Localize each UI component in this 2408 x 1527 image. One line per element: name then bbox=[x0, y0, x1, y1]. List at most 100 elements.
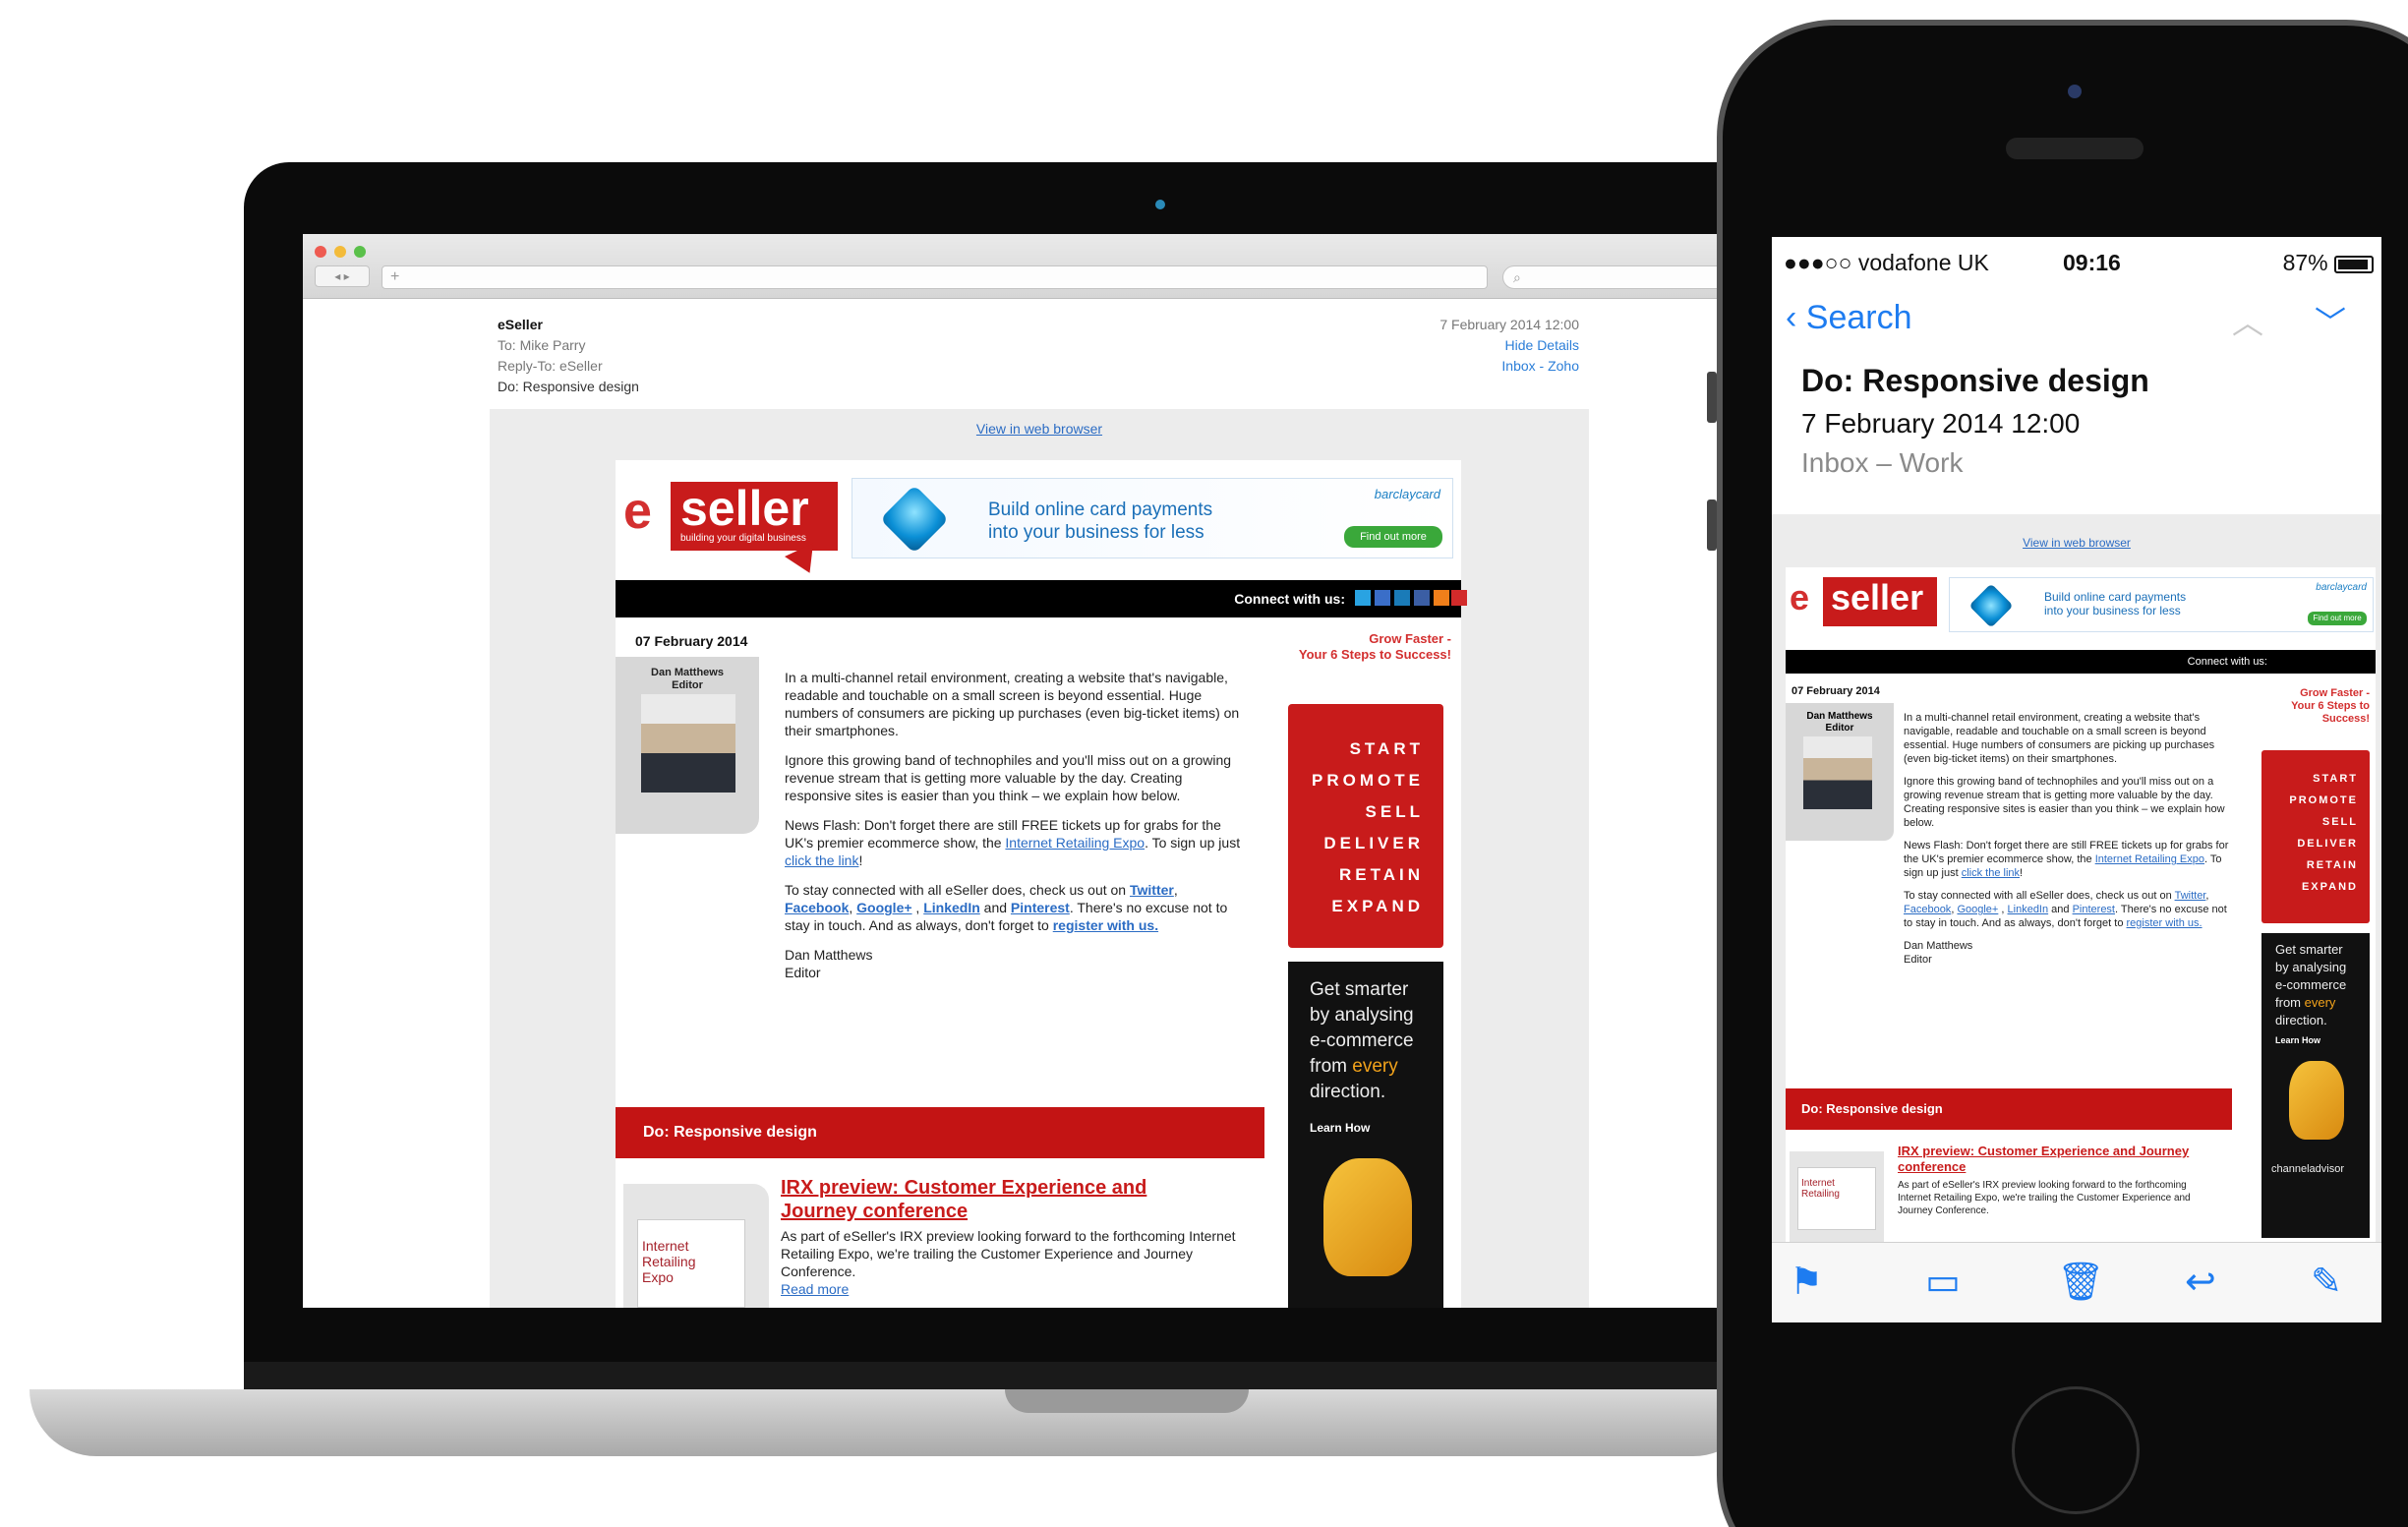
irx-logo-image: Internet Retailing bbox=[1797, 1167, 1876, 1230]
irx-link[interactable]: Internet Retailing Expo bbox=[2095, 853, 2204, 865]
facebook-link[interactable]: Facebook bbox=[1904, 904, 1951, 915]
hide-details-link[interactable]: Hide Details bbox=[1439, 335, 1579, 356]
next-message-icon[interactable]: ﹀ bbox=[2315, 298, 2346, 343]
step-item: PROMOTE bbox=[1312, 771, 1424, 790]
pinterest-link[interactable]: Pinterest bbox=[1011, 900, 1070, 915]
find-out-more-button[interactable]: Find out more bbox=[1344, 526, 1442, 548]
step-item: DELIVER bbox=[2297, 838, 2358, 850]
message-folder: Inbox – Work bbox=[1801, 447, 1964, 478]
linkedin-link[interactable]: LinkedIn bbox=[923, 900, 980, 915]
article-title-link[interactable]: IRX preview: Customer Experience and Jou… bbox=[781, 1176, 1213, 1223]
paragraph-1: In a multi-channel retail environment, c… bbox=[1904, 712, 2215, 765]
back-search-button[interactable]: ‹ Search bbox=[1786, 298, 1912, 337]
click-the-link[interactable]: click the link bbox=[785, 852, 858, 868]
back-label: Search bbox=[1805, 299, 1912, 336]
mailbox-link[interactable]: Inbox - Zoho bbox=[1439, 356, 1579, 377]
signature: Dan Matthews Editor bbox=[1904, 939, 2238, 967]
editor-photo bbox=[1803, 736, 1872, 809]
linkedin-icon[interactable] bbox=[1394, 590, 1410, 606]
google-link[interactable]: Google+ bbox=[1957, 904, 1998, 915]
article-thumbnail[interactable]: Internet Retailing bbox=[1790, 1151, 1884, 1242]
editor-name: Dan Matthews bbox=[651, 667, 724, 678]
newsletter: e seller building your digital business … bbox=[616, 460, 1467, 1308]
find-out-more-button[interactable]: Find out more bbox=[2308, 612, 2367, 625]
logo-tagline: building your digital business bbox=[680, 533, 806, 544]
flag-icon[interactable]: ⚑ bbox=[1790, 1261, 1823, 1304]
twitter-icon[interactable] bbox=[1355, 590, 1371, 606]
connect-label: Connect with us: bbox=[1234, 591, 1345, 607]
eseller-logo[interactable]: e seller bbox=[1790, 577, 1937, 632]
volume-down-button bbox=[1707, 499, 1717, 551]
ad-brand: barclaycard bbox=[1374, 487, 1440, 501]
maximize-window-button[interactable] bbox=[354, 246, 366, 258]
facebook-link[interactable]: Facebook bbox=[785, 900, 849, 915]
learn-how-link[interactable]: Learn How bbox=[1310, 1121, 1370, 1135]
view-in-browser-link[interactable]: View in web browser bbox=[490, 421, 1589, 437]
eseller-logo[interactable]: e seller building your digital business bbox=[623, 482, 840, 580]
facebook-icon[interactable] bbox=[1414, 590, 1430, 606]
battery-indicator: 87% bbox=[2283, 245, 2374, 280]
step-item: RETAIN bbox=[1338, 865, 1424, 884]
article-body: As part of eSeller's IRX preview looking… bbox=[781, 1227, 1243, 1298]
channeladvisor-ad[interactable]: Get smarter by analysing e-commerce from… bbox=[2261, 933, 2370, 1238]
barclaycard-banner-ad[interactable]: Build online card payments into your bus… bbox=[852, 478, 1453, 558]
home-button[interactable] bbox=[2012, 1386, 2140, 1514]
pinterest-link[interactable]: Pinterest bbox=[2073, 904, 2115, 915]
phone-speaker bbox=[2006, 138, 2144, 159]
dark-ad-line: Get smarter bbox=[2275, 942, 2343, 957]
rss-icon[interactable] bbox=[1434, 590, 1449, 606]
view-in-browser-link[interactable]: View in web browser bbox=[1772, 536, 2381, 550]
trash-icon[interactable]: 🗑 bbox=[2057, 1261, 2104, 1304]
steps-banner[interactable]: START PROMOTE SELL DELIVER RETAIN EXPAND bbox=[1288, 704, 1443, 948]
google-plus-icon[interactable] bbox=[1375, 590, 1390, 606]
editor-role: Editor bbox=[1825, 723, 1854, 734]
close-window-button[interactable] bbox=[315, 246, 326, 258]
phone-camera bbox=[2068, 85, 2082, 98]
grow-faster-title[interactable]: Grow Faster - Your 6 Steps to Success! bbox=[1274, 631, 1451, 663]
barclaycard-banner-ad[interactable]: Build online card payments into your bus… bbox=[1949, 577, 2374, 632]
minimize-window-button[interactable] bbox=[334, 246, 346, 258]
twitter-link[interactable]: Twitter bbox=[2175, 890, 2206, 902]
url-bar[interactable]: + bbox=[382, 265, 1488, 289]
learn-how-link[interactable]: Learn How bbox=[2275, 1035, 2320, 1045]
editor-card: Dan Matthews Editor bbox=[1786, 703, 1894, 841]
grow-faster-title[interactable]: Grow Faster - Your 6 Steps to Success! bbox=[2248, 687, 2370, 726]
register-link[interactable]: register with us. bbox=[2127, 917, 2202, 929]
article-title-link[interactable]: IRX preview: Customer Experience and Jou… bbox=[1898, 1144, 2212, 1175]
mail-toolbar: ⚑ ▭ 🗑 ↩ ✎ bbox=[1772, 1242, 2381, 1322]
back-forward-buttons[interactable]: ◂ ▸ bbox=[315, 265, 370, 287]
twitter-link[interactable]: Twitter bbox=[1130, 882, 1174, 898]
click-the-link[interactable]: click the link bbox=[1962, 867, 2020, 879]
linkedin-link[interactable]: LinkedIn bbox=[2008, 904, 2049, 915]
reply-icon[interactable]: ↩ bbox=[2185, 1261, 2216, 1304]
paragraph-2: Ignore this growing band of technophiles… bbox=[785, 752, 1232, 803]
register-link[interactable]: register with us. bbox=[1053, 917, 1158, 933]
side-title-line-1: Grow Faster - bbox=[1369, 631, 1451, 646]
stage: ◂ ▸ + ⌕ eSeller To: Mike Parry Reply-To:… bbox=[0, 0, 2408, 1527]
dark-ad-line: from every bbox=[1310, 1054, 1414, 1080]
pinterest-icon[interactable] bbox=[1451, 590, 1467, 606]
section-header: Do: Responsive design bbox=[1786, 1088, 2232, 1130]
steps-banner[interactable]: START PROMOTE SELL DELIVER RETAIN EXPAND bbox=[2261, 750, 2370, 923]
google-link[interactable]: Google+ bbox=[856, 900, 911, 915]
logo-e: e bbox=[1790, 577, 1810, 617]
sign-role: Editor bbox=[785, 965, 821, 980]
previous-message-icon[interactable]: ︿ bbox=[2232, 298, 2263, 343]
folder-icon[interactable]: ▭ bbox=[1925, 1261, 1961, 1304]
text: ! bbox=[2020, 867, 2024, 879]
compose-icon[interactable]: ✎ bbox=[2311, 1261, 2342, 1304]
sign-role: Editor bbox=[1904, 954, 1932, 966]
channeladvisor-ad[interactable]: Get smarter by analysing e-commerce from… bbox=[1288, 962, 1443, 1308]
laptop-hinge bbox=[244, 1362, 1778, 1391]
newsletter-mobile: e seller Build online card payments into… bbox=[1786, 567, 2376, 1242]
irx-logo-text: Internet Retailing bbox=[1801, 1178, 1840, 1200]
editor-role: Editor bbox=[672, 679, 703, 691]
paragraph-1: In a multi-channel retail environment, c… bbox=[785, 670, 1240, 738]
article-thumbnail[interactable]: Internet Retailing Expo bbox=[623, 1184, 769, 1308]
read-more-link[interactable]: Read more bbox=[781, 1280, 1243, 1298]
owl-icon bbox=[1323, 1158, 1412, 1276]
newsletter-text: In a multi-channel retail environment, c… bbox=[785, 669, 1247, 993]
mail-subject: Do: Responsive design bbox=[498, 379, 639, 394]
irx-link[interactable]: Internet Retailing Expo bbox=[1005, 835, 1145, 851]
editor-photo bbox=[641, 694, 735, 793]
